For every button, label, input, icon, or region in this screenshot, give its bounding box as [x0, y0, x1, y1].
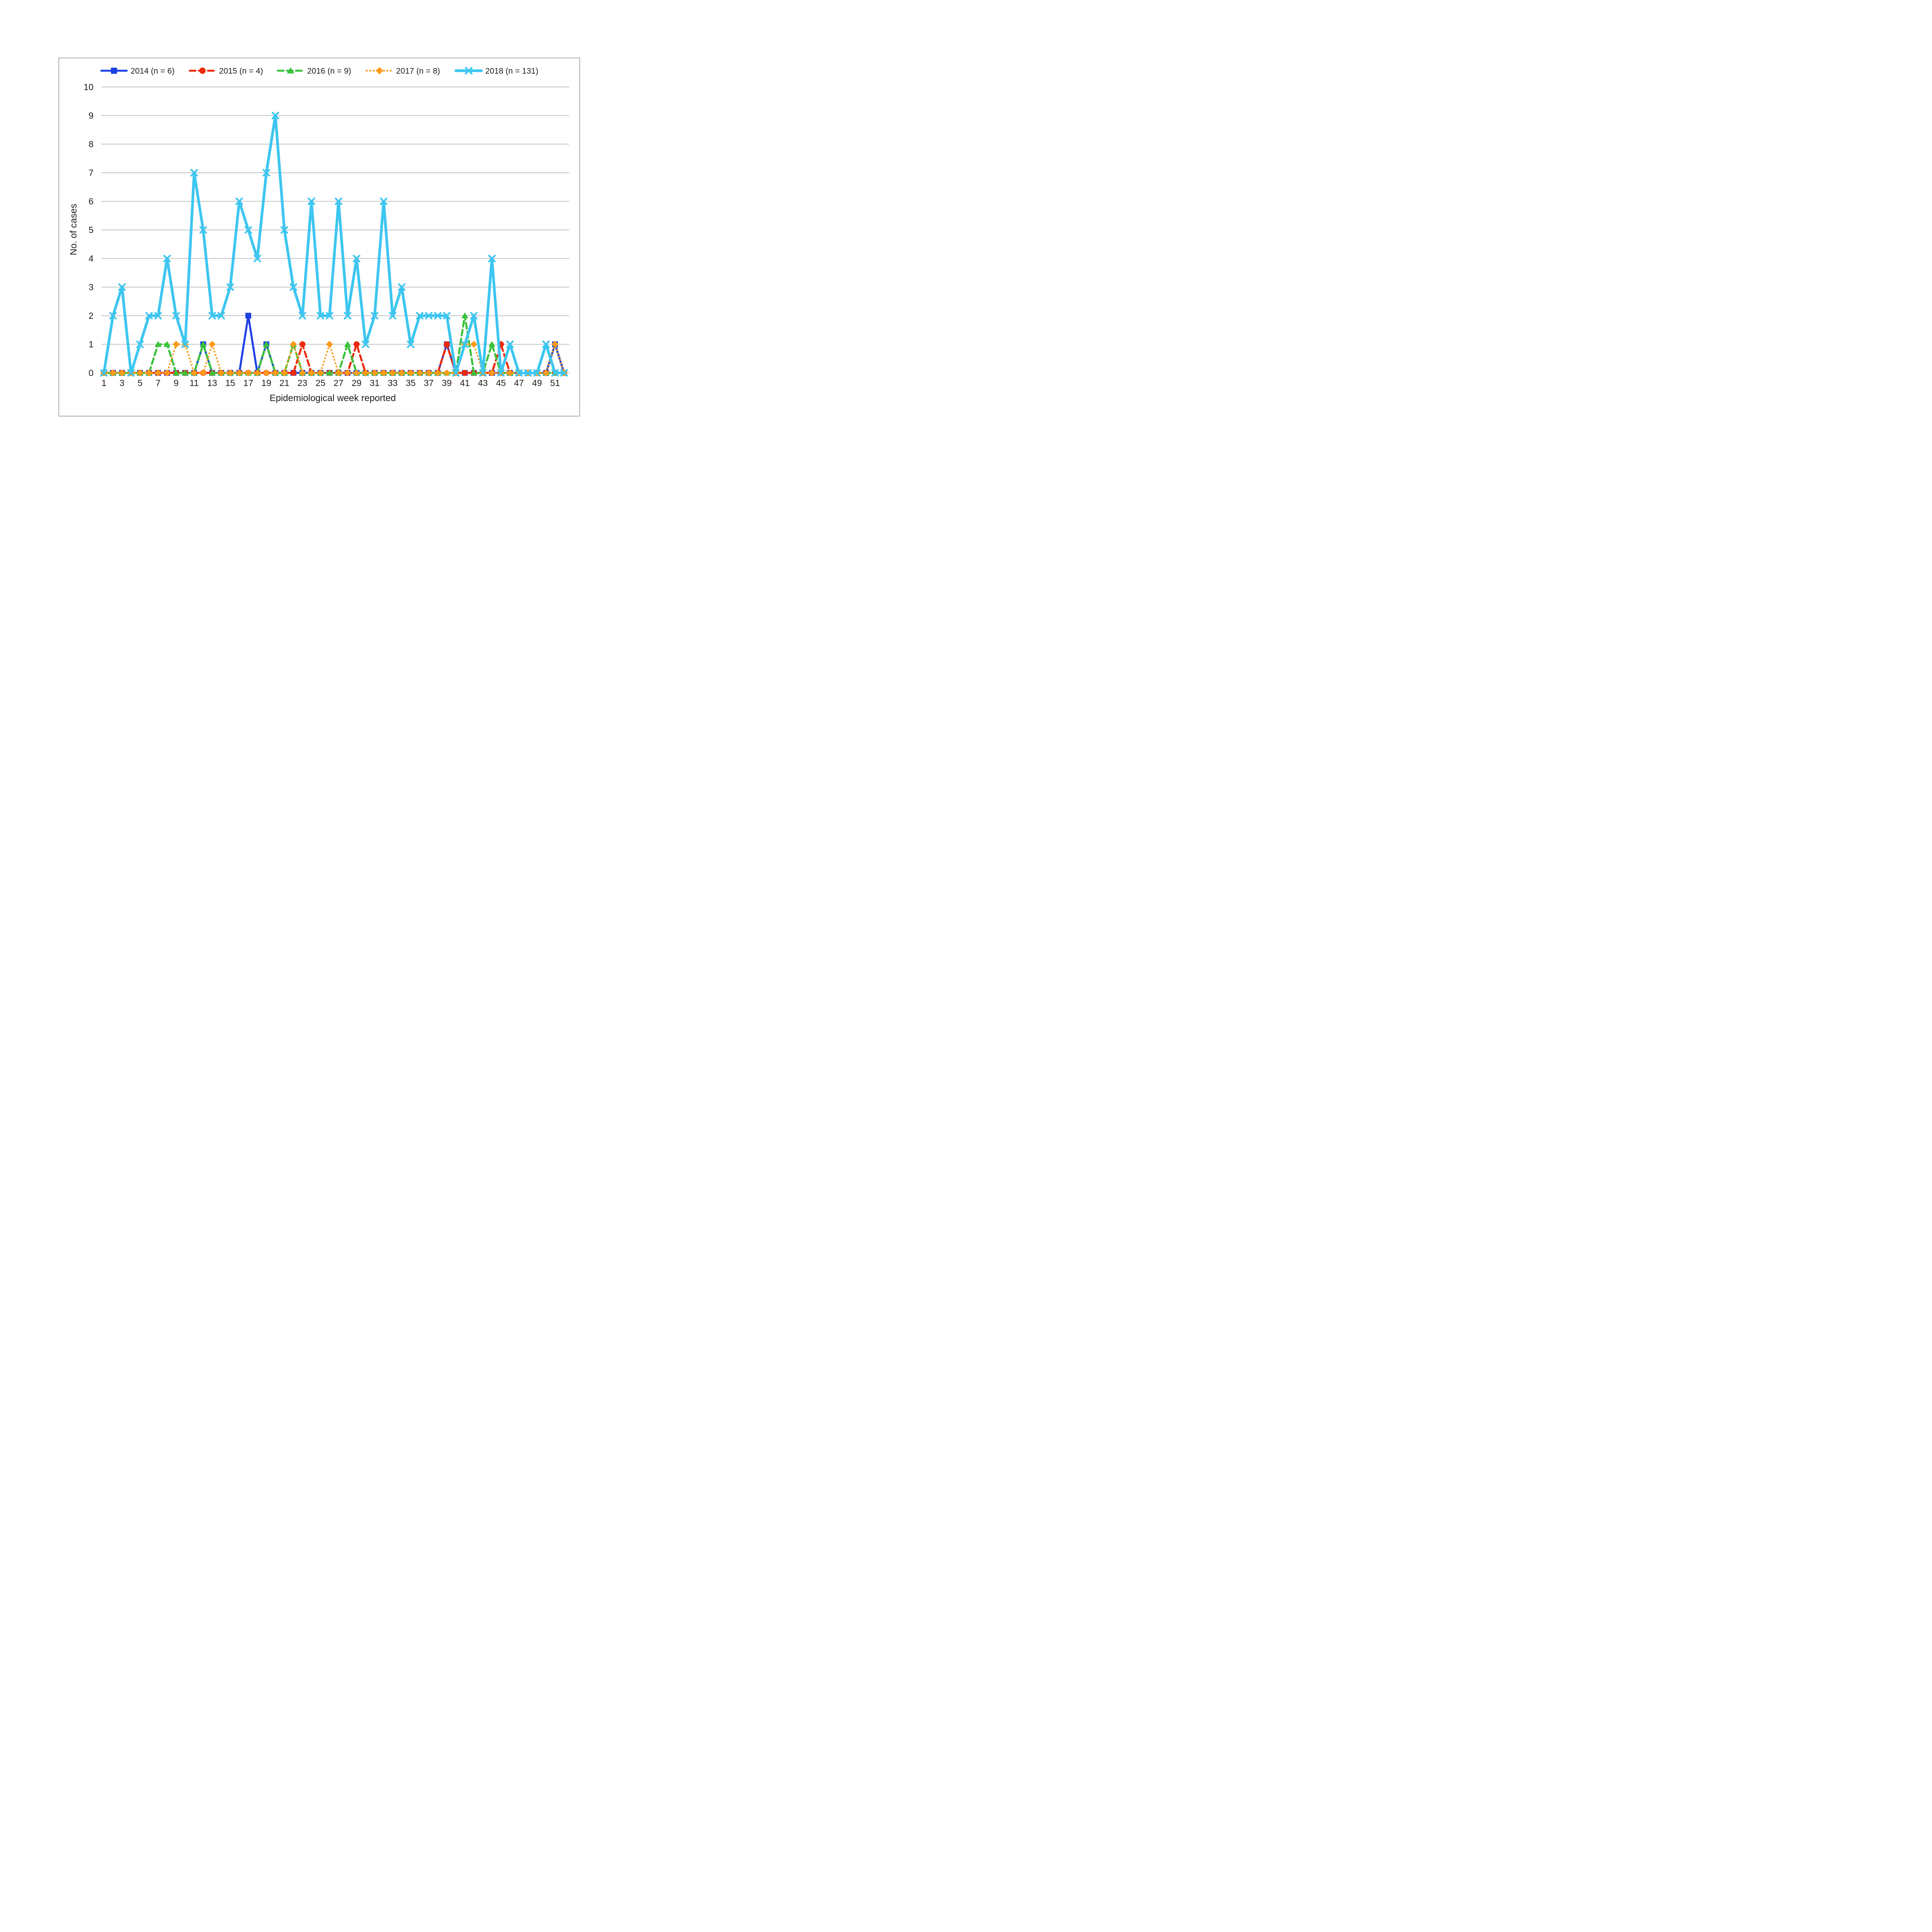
- marker-diamond-2017: [263, 369, 270, 376]
- marker-circle-2015: [462, 370, 468, 376]
- legend-label-2015: 2015 (n = 4): [219, 67, 263, 76]
- marker-diamond-2017: [470, 341, 477, 348]
- legend-item-2015: 2015 (n = 4): [190, 67, 263, 76]
- x-tick-label-27: 27: [333, 378, 344, 388]
- y-tick-labels-group: 0 1 2 3 4 5 6 7 8 9 10: [83, 82, 94, 378]
- marker-square-2014: [245, 313, 251, 319]
- legend-item-2018: 2018 (n = 131): [456, 67, 538, 76]
- y-tick-label-5: 5: [88, 225, 94, 235]
- figure-page: 012345678910 135791113151719212325272931…: [0, 0, 638, 493]
- y-tick-label-1: 1: [88, 339, 94, 349]
- x-tick-label-1: 1: [102, 378, 107, 388]
- series-line-2015: [104, 344, 564, 373]
- y-tick-label-0: 0: [88, 368, 94, 378]
- x-tick-label-13: 13: [207, 378, 217, 388]
- series-group: [100, 112, 568, 376]
- marker-circle-2015: [354, 341, 360, 347]
- marker-square-2014: [111, 68, 117, 74]
- y-tick-label-6: 6: [88, 196, 94, 206]
- y-tick-label-10: 10: [83, 82, 94, 92]
- y-axis-title: No. of cases: [68, 204, 79, 255]
- plot-frame: [59, 58, 580, 416]
- x-tick-label-37: 37: [424, 378, 434, 388]
- x-tick-label-43: 43: [478, 378, 488, 388]
- y-tick-label-2: 2: [88, 311, 94, 321]
- series-line-2018: [104, 116, 564, 373]
- marker-diamond-2017: [173, 341, 180, 348]
- legend-item-2016: 2016 (n = 9): [278, 67, 351, 76]
- legend-label-2016: 2016 (n = 9): [307, 67, 351, 76]
- x-tick-label-51: 51: [550, 378, 560, 388]
- x-tick-label-33: 33: [388, 378, 398, 388]
- legend-group: 2014 (n = 6) 2015 (n = 4) 2016 (n = 9) 2017…: [101, 67, 538, 76]
- marker-diamond-2017: [376, 67, 383, 75]
- x-tick-label-47: 47: [514, 378, 524, 388]
- x-tick-labels-group: 1357911131517192123252729313335373941434…: [102, 378, 560, 388]
- x-tick-label-3: 3: [119, 378, 124, 388]
- marker-circle-2015: [291, 370, 297, 376]
- legend-item-2017: 2017 (n = 8): [367, 67, 440, 76]
- series-line-2017: [104, 344, 564, 373]
- y-tick-label-4: 4: [88, 253, 94, 264]
- marker-circle-2015: [299, 341, 306, 347]
- y-tick-label-7: 7: [88, 168, 94, 178]
- x-tick-label-25: 25: [316, 378, 326, 388]
- x-tick-label-7: 7: [156, 378, 161, 388]
- x-tick-label-35: 35: [406, 378, 416, 388]
- marker-circle-2015: [444, 341, 450, 347]
- x-tick-label-9: 9: [173, 378, 179, 388]
- y-tick-label-9: 9: [88, 111, 94, 121]
- marker-diamond-2017: [209, 341, 216, 348]
- x-tick-label-49: 49: [532, 378, 542, 388]
- legend-label-2014: 2014 (n = 6): [131, 67, 175, 76]
- x-tick-label-41: 41: [460, 378, 470, 388]
- legend-label-2017: 2017 (n = 8): [396, 67, 440, 76]
- x-axis-title: Epidemiological week reported: [270, 393, 396, 403]
- y-tick-label-8: 8: [88, 139, 94, 149]
- x-tick-label-31: 31: [370, 378, 380, 388]
- x-tick-label-21: 21: [279, 378, 289, 388]
- x-tick-label-15: 15: [225, 378, 235, 388]
- x-tick-label-39: 39: [442, 378, 452, 388]
- y-tick-label-3: 3: [88, 282, 94, 292]
- legend-item-2014: 2014 (n = 6): [101, 67, 175, 76]
- x-tick-label-23: 23: [298, 378, 308, 388]
- marker-diamond-2017: [326, 341, 333, 348]
- marker-diamond-2017: [200, 369, 207, 376]
- x-tick-label-11: 11: [190, 378, 199, 388]
- epidemiological-week-line-chart: 012345678910 135791113151719212325272931…: [0, 0, 638, 493]
- x-tick-label-17: 17: [243, 378, 253, 388]
- marker-circle-2015: [199, 68, 206, 74]
- series-2018: [101, 112, 567, 376]
- x-tick-label-45: 45: [496, 378, 506, 388]
- legend-label-2018: 2018 (n = 131): [485, 67, 538, 76]
- x-tick-label-5: 5: [138, 378, 143, 388]
- x-tick-label-29: 29: [352, 378, 362, 388]
- x-tick-label-19: 19: [262, 378, 272, 388]
